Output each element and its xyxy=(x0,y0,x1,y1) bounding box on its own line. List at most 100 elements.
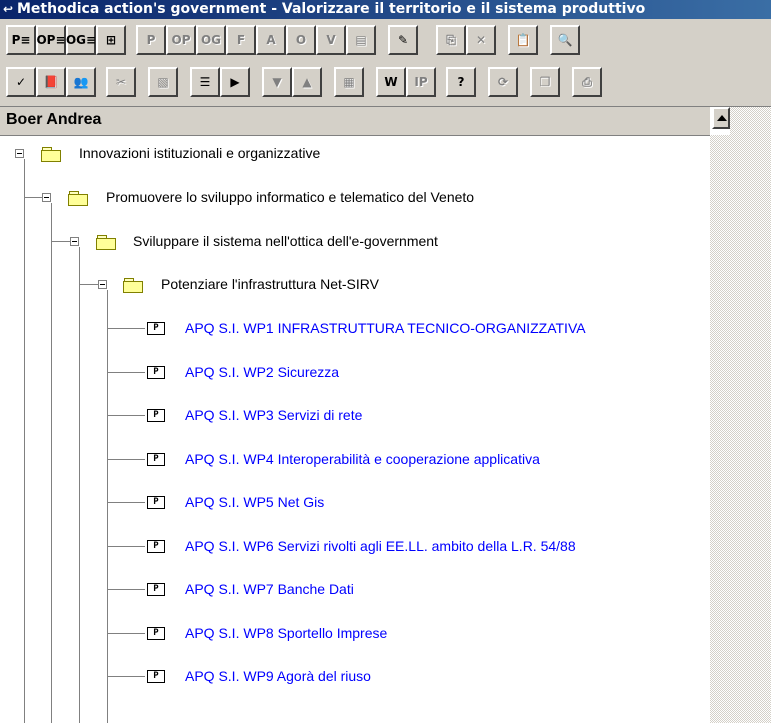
tree-view-button[interactable]: ⊞ xyxy=(96,25,126,55)
list-button[interactable]: ☰ xyxy=(190,67,220,97)
og-button[interactable]: OG xyxy=(196,25,226,55)
word-icon: W xyxy=(384,75,398,89)
check-icon: ✓ xyxy=(15,75,27,89)
next-button[interactable]: ▶ xyxy=(220,67,250,97)
tree-connector xyxy=(79,284,98,285)
refresh-icon: ⟳ xyxy=(497,75,509,89)
scroll-up-button[interactable] xyxy=(712,107,730,129)
search-button[interactable]: 🔍 xyxy=(550,25,580,55)
tree-connector xyxy=(107,632,145,634)
oge-icon: OG≡ xyxy=(65,33,97,47)
copy-button[interactable]: ⎘ xyxy=(436,25,466,55)
calculator-icon: ▦ xyxy=(343,75,355,89)
cut-button[interactable]: ✂ xyxy=(106,67,136,97)
tree-node-promuovere[interactable]: Promuovere lo sviluppo informatico e tel… xyxy=(0,186,700,210)
f-button[interactable]: F xyxy=(226,25,256,55)
tree-node-innovazioni[interactable]: Innovazioni istituzionali e organizzativ… xyxy=(0,142,700,166)
tree-connector xyxy=(107,545,145,547)
tree-node-project[interactable]: P APQ S.I. WP9 Agorà del riuso xyxy=(0,665,700,689)
ope-button[interactable]: OP≡ xyxy=(36,25,66,55)
collapse-icon[interactable] xyxy=(70,237,79,246)
v-icon: V xyxy=(326,33,336,47)
node-label: Potenziare l'infrastruttura Net-SIRV xyxy=(161,276,379,292)
ip-button[interactable]: IP xyxy=(406,67,436,97)
document-icon: ▤ xyxy=(355,33,367,47)
users-button[interactable]: 👥 xyxy=(66,67,96,97)
scrollbar-track[interactable] xyxy=(710,135,771,723)
delete-button[interactable]: ✕ xyxy=(466,25,496,55)
project-label: APQ S.I. WP5 Net Gis xyxy=(185,494,325,510)
toolbar-top: P≡ OP≡ OG≡ ⊞ P OP OG F A O V ▤ ✎ ⎘ ✕ 📋 🔍 xyxy=(0,21,771,63)
project-label: APQ S.I. WP8 Sportello Imprese xyxy=(185,624,388,641)
document-button[interactable]: ▤ xyxy=(346,25,376,55)
cut-icon: ✂ xyxy=(115,75,127,89)
project-label: APQ S.I. WP7 Banche Dati xyxy=(185,581,354,597)
pe-button[interactable]: P≡ xyxy=(6,25,36,55)
a-button[interactable]: A xyxy=(256,25,286,55)
print-icon: ⎙ xyxy=(582,74,592,89)
book-icon: 📕 xyxy=(43,75,59,89)
oge-button[interactable]: OG≡ xyxy=(66,25,96,55)
print-button[interactable]: ⎙ xyxy=(572,67,602,97)
project-label: APQ S.I. WP9 Agorà del riuso xyxy=(185,668,371,684)
help-icon: ? xyxy=(457,75,465,89)
move-up-button[interactable]: ▲ xyxy=(292,67,322,97)
tree-node-project[interactable]: P APQ S.I. WP5 Net Gis xyxy=(0,491,700,515)
tree-connector xyxy=(107,371,145,373)
panel-header: Boer Andrea xyxy=(0,107,710,136)
book-button[interactable]: 📕 xyxy=(36,67,66,97)
tree-node-potenziare[interactable]: Potenziare l'infrastruttura Net-SIRV xyxy=(0,273,700,297)
project-icon: P xyxy=(147,539,165,553)
scrollbar-top-area xyxy=(730,107,771,135)
check-button[interactable]: ✓ xyxy=(6,67,36,97)
node-label: Sviluppare il sistema nell'ottica dell'e… xyxy=(133,233,438,249)
move-down-button[interactable]: ▼ xyxy=(262,67,292,97)
tree-node-project[interactable]: P APQ S.I. WP6 Servizi rivolti agli EE.LL… xyxy=(0,535,700,559)
note-icon: ▧ xyxy=(157,75,169,89)
tree-view-icon: ⊞ xyxy=(105,33,117,47)
note-button[interactable]: ▧ xyxy=(148,67,178,97)
ope-icon: OP≡ xyxy=(36,33,66,47)
collapse-icon[interactable] xyxy=(15,149,24,158)
user-name: Boer Andrea xyxy=(6,111,102,128)
o-icon: O xyxy=(295,33,307,47)
tree-node-project[interactable]: P APQ S.I. WP8 Sportello Imprese xyxy=(0,622,700,646)
tree-view: Innovazioni istituzionali e organizzativ… xyxy=(0,135,710,723)
project-icon: P xyxy=(147,365,165,379)
tree-connector xyxy=(107,328,145,329)
o-button[interactable]: O xyxy=(286,25,316,55)
tree-node-project[interactable]: P APQ S.I. WP7 Banche Dati xyxy=(0,578,700,602)
tree-connector xyxy=(107,676,145,677)
windows-button[interactable]: ❐ xyxy=(530,67,560,97)
folder-icon xyxy=(123,278,143,293)
project-label: APQ S.I. WP2 Sicurezza xyxy=(185,363,340,380)
collapse-icon[interactable] xyxy=(42,193,51,202)
tree-connector xyxy=(24,197,42,198)
window-title: Methodica action's government - Valorizz… xyxy=(17,1,646,17)
tree-node-project[interactable]: P APQ S.I. WP3 Servizi di rete xyxy=(0,404,700,428)
collapse-icon[interactable] xyxy=(98,280,107,289)
paste-button[interactable]: 📋 xyxy=(508,25,538,55)
next-icon: ▶ xyxy=(230,75,240,89)
refresh-button[interactable]: ⟳ xyxy=(488,67,518,97)
node-label: Promuovere lo sviluppo informatico e tel… xyxy=(106,189,475,205)
help-button[interactable]: ? xyxy=(446,67,476,97)
calculator-button[interactable]: ▦ xyxy=(334,67,364,97)
project-icon: P xyxy=(147,626,165,640)
edit-button[interactable]: ✎ xyxy=(388,25,418,55)
p-button[interactable]: P xyxy=(136,25,166,55)
project-label: APQ S.I. WP3 Servizi di rete xyxy=(185,407,363,423)
tree-node-project[interactable]: P APQ S.I. WP2 Sicurezza xyxy=(0,361,700,385)
folder-icon xyxy=(96,235,116,250)
v-button[interactable]: V xyxy=(316,25,346,55)
delete-icon: ✕ xyxy=(475,33,487,47)
tree-node-project[interactable]: P APQ S.I. WP1 INFRASTRUTTURA TECNICO-ORG… xyxy=(0,317,700,341)
op-button[interactable]: OP xyxy=(166,25,196,55)
tree-node-project[interactable]: P APQ S.I. WP4 Interoperabilità e coopera… xyxy=(0,448,700,472)
tree-node-sviluppare[interactable]: Sviluppare il sistema nell'ottica dell'e… xyxy=(0,230,700,254)
project-label: APQ S.I. WP1 INFRASTRUTTURA TECNICO-ORGA… xyxy=(185,320,586,336)
users-icon: 👥 xyxy=(73,75,89,89)
edit-icon: ✎ xyxy=(397,33,409,47)
word-button[interactable]: W xyxy=(376,67,406,97)
op-icon: OP xyxy=(171,33,191,47)
